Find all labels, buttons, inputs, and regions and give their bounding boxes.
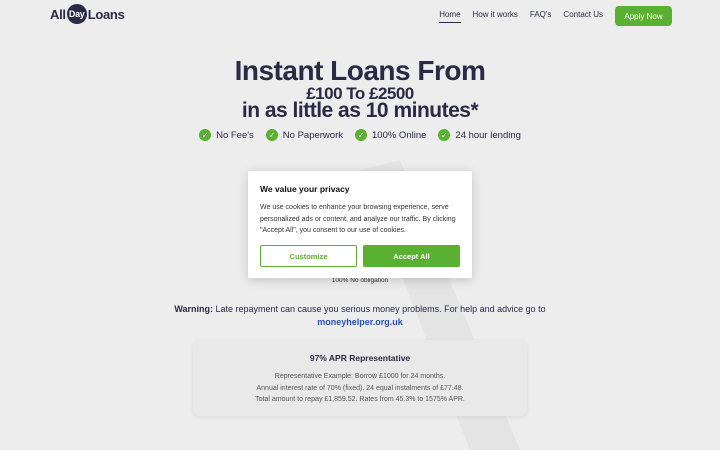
cookie-dialog-title: We value your privacy bbox=[260, 184, 350, 194]
nav-contact-us[interactable]: Contact Us bbox=[563, 10, 603, 22]
apply-now-button[interactable]: Apply Now bbox=[615, 6, 672, 26]
feature-label: No Fee's bbox=[216, 129, 254, 141]
no-obligation-text: 100% No obligation bbox=[331, 277, 389, 284]
feature-item: ✓ 24 hour lending bbox=[438, 129, 521, 141]
nav-faqs[interactable]: FAQ's bbox=[530, 10, 552, 22]
main-nav: Home How it works FAQ's Contact Us Apply… bbox=[439, 6, 672, 26]
apr-line-2: Annual interest rate of 70% (fixed). 24 … bbox=[256, 384, 464, 392]
logo-text-right: Loans bbox=[87, 6, 125, 22]
apr-line-3: Total amount to repay £1,859.52. Rates f… bbox=[255, 396, 465, 403]
check-circle-icon: ✓ bbox=[438, 129, 451, 141]
hero-title-line1: Instant Loans From bbox=[234, 55, 486, 86]
apr-example-text: Representative Example: Borrow £1000 for… bbox=[193, 371, 527, 406]
check-circle-icon: ✓ bbox=[355, 129, 367, 141]
apr-line-1: Representative Example: Borrow £1000 for… bbox=[274, 373, 446, 380]
site-logo[interactable]: All Day Loans bbox=[50, 4, 125, 24]
logo-day-badge: Day bbox=[66, 4, 87, 24]
feature-label: 100% Online bbox=[372, 129, 427, 141]
warning-notice: Warning: Late repayment can cause you se… bbox=[0, 303, 720, 329]
site-header: All Day Loans Home How it works FAQ's Co… bbox=[0, 0, 720, 28]
hero-title-line3: in as little as 10 minutes* bbox=[241, 99, 479, 122]
logo-text-left: All bbox=[50, 6, 66, 22]
check-circle-icon: ✓ bbox=[265, 129, 278, 141]
feature-item: ✓ No Fee's bbox=[199, 129, 254, 141]
feature-label: No Paperwork bbox=[282, 129, 343, 141]
nav-how-it-works[interactable]: How it works bbox=[473, 10, 518, 22]
cookie-consent-dialog: We value your privacy We use cookies to … bbox=[248, 171, 472, 278]
feature-item: ✓ 100% Online bbox=[355, 129, 426, 141]
cookie-dialog-actions: Customize Accept All bbox=[260, 245, 460, 267]
feature-list: ✓ No Fee's ✓ No Paperwork ✓ 100% Online … bbox=[0, 129, 720, 141]
warning-label: Warning: bbox=[174, 304, 213, 314]
accept-all-button[interactable]: Accept All bbox=[363, 245, 460, 267]
apr-title: 97% APR Representative bbox=[309, 353, 411, 363]
check-circle-icon: ✓ bbox=[199, 129, 212, 141]
feature-label: 24 hour lending bbox=[455, 129, 521, 141]
feature-item: ✓ No Paperwork bbox=[265, 129, 343, 141]
nav-home[interactable]: Home bbox=[439, 10, 461, 23]
apr-representative-card: 97% APR Representative Representative Ex… bbox=[193, 340, 527, 416]
moneyhelper-link[interactable]: moneyhelper.org.uk bbox=[0, 316, 720, 329]
warning-text: Late repayment can cause you serious mon… bbox=[212, 304, 546, 314]
customize-button[interactable]: Customize bbox=[260, 245, 357, 267]
cookie-dialog-body: We use cookies to enhance your browsing … bbox=[260, 204, 456, 234]
